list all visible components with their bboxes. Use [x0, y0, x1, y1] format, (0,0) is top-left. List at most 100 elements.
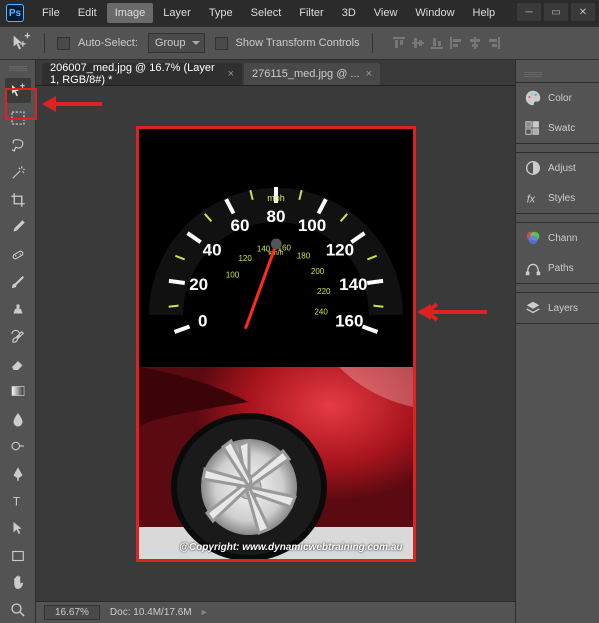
svg-text:fx: fx	[527, 194, 536, 206]
healing-brush-tool[interactable]	[5, 242, 31, 267]
panel-label: Paths	[548, 263, 574, 274]
menu-file[interactable]: File	[34, 3, 68, 23]
annotation-arrow-right	[417, 300, 487, 324]
blur-tool[interactable]	[5, 406, 31, 431]
channels-icon	[524, 229, 542, 247]
panel-label: Layers	[548, 303, 578, 314]
adjustments-icon	[524, 159, 542, 177]
panel-adjustments[interactable]: Adjust	[516, 153, 599, 183]
align-vcenter-icon[interactable]	[410, 35, 426, 51]
dodge-tool[interactable]	[5, 434, 31, 459]
panel-label: Swatc	[548, 123, 575, 134]
brush-tool[interactable]	[5, 269, 31, 294]
svg-text:mph: mph	[267, 193, 285, 203]
zoom-field[interactable]: 16.67%	[44, 605, 100, 620]
align-icons	[391, 35, 502, 51]
document-tab[interactable]: 276115_med.jpg @ ... ×	[244, 63, 380, 85]
minimize-button[interactable]: ─	[517, 3, 541, 21]
tab-label: 206007_med.jpg @ 16.7% (Layer 1, RGB/8#)…	[50, 62, 222, 86]
menu-layer[interactable]: Layer	[155, 3, 199, 23]
panel-dock: Color Swatc Adjust fxStyles Chann Paths …	[515, 60, 599, 623]
layers-icon	[524, 299, 542, 317]
menu-image[interactable]: Image	[107, 3, 154, 23]
lasso-tool[interactable]	[5, 133, 31, 158]
clone-stamp-tool[interactable]	[5, 297, 31, 322]
history-brush-tool[interactable]	[5, 324, 31, 349]
svg-text:100: 100	[297, 215, 325, 234]
autoselect-target-dropdown[interactable]: Group	[148, 33, 205, 53]
autoselect-checkbox[interactable]: Auto-Select:	[57, 37, 138, 50]
menu-edit[interactable]: Edit	[70, 3, 105, 23]
panel-layers[interactable]: Layers	[516, 293, 599, 323]
menu-help[interactable]: Help	[465, 3, 504, 23]
menu-view[interactable]: View	[366, 3, 406, 23]
options-bar: Auto-Select: Group Show Transform Contro…	[0, 26, 599, 60]
align-top-icon[interactable]	[391, 35, 407, 51]
menu-filter[interactable]: Filter	[291, 3, 331, 23]
align-left-icon[interactable]	[448, 35, 464, 51]
app-logo: Ps	[6, 4, 24, 22]
svg-text:100: 100	[225, 270, 239, 279]
menu-window[interactable]: Window	[407, 3, 462, 23]
status-bar: 16.67% Doc: 10.4M/17.6M ▸	[36, 601, 515, 623]
shape-tool[interactable]	[5, 543, 31, 568]
svg-text:220: 220	[317, 286, 331, 295]
swatches-icon	[524, 119, 542, 137]
document-tab[interactable]: 206007_med.jpg @ 16.7% (Layer 1, RGB/8#)…	[42, 63, 242, 85]
panel-color[interactable]: Color	[516, 83, 599, 113]
panel-swatches[interactable]: Swatc	[516, 113, 599, 143]
paths-icon	[524, 259, 542, 277]
close-icon[interactable]: ×	[228, 68, 234, 80]
gradient-tool[interactable]	[5, 379, 31, 404]
svg-text:120: 120	[238, 254, 252, 263]
show-transform-checkbox[interactable]: Show Transform Controls	[215, 37, 360, 50]
svg-text:0: 0	[197, 311, 206, 330]
path-selection-tool[interactable]	[5, 516, 31, 541]
svg-text:60: 60	[230, 215, 249, 234]
document-area: 206007_med.jpg @ 16.7% (Layer 1, RGB/8#)…	[36, 60, 515, 623]
close-button[interactable]: ✕	[571, 3, 595, 21]
svg-text:240: 240	[314, 307, 328, 316]
align-right-icon[interactable]	[486, 35, 502, 51]
align-bottom-icon[interactable]	[429, 35, 445, 51]
panel-paths[interactable]: Paths	[516, 253, 599, 283]
maximize-button[interactable]: ▭	[544, 3, 568, 21]
panel-label: Adjust	[548, 163, 576, 174]
svg-text:140: 140	[339, 274, 367, 293]
menu-select[interactable]: Select	[243, 3, 290, 23]
autoselect-label: Auto-Select:	[78, 37, 138, 49]
menu-3d[interactable]: 3D	[334, 3, 364, 23]
move-tool-icon	[10, 32, 32, 54]
svg-text:80: 80	[266, 207, 285, 226]
panel-label: Color	[548, 93, 572, 104]
styles-icon: fx	[524, 189, 542, 207]
eraser-tool[interactable]	[5, 351, 31, 376]
window-controls: ─ ▭ ✕	[517, 3, 595, 21]
svg-text:120: 120	[325, 240, 353, 259]
annotation-red-box-canvas: 020406080100120140160 100120140160180200…	[136, 126, 416, 562]
close-icon[interactable]: ×	[366, 68, 372, 80]
annotation-arrow-left	[42, 92, 102, 116]
copyright-text: @Copyright: www.dynamicwebtraining.com.a…	[179, 542, 402, 553]
align-hcenter-icon[interactable]	[467, 35, 483, 51]
eyedropper-tool[interactable]	[5, 215, 31, 240]
zoom-tool[interactable]	[5, 598, 31, 623]
magic-wand-tool[interactable]	[5, 160, 31, 185]
pen-tool[interactable]	[5, 461, 31, 486]
type-tool[interactable]: T	[5, 488, 31, 513]
toolbox: T	[0, 60, 36, 623]
svg-text:20: 20	[189, 274, 208, 293]
palette-icon	[524, 89, 542, 107]
menu-type[interactable]: Type	[201, 3, 241, 23]
tab-label: 276115_med.jpg @ ...	[252, 68, 360, 80]
svg-text:180: 180	[296, 251, 310, 260]
document-canvas[interactable]: 020406080100120140160 100120140160180200…	[139, 129, 413, 559]
document-tabs: 206007_med.jpg @ 16.7% (Layer 1, RGB/8#)…	[36, 60, 515, 86]
panel-channels[interactable]: Chann	[516, 223, 599, 253]
crop-tool[interactable]	[5, 187, 31, 212]
hand-tool[interactable]	[5, 570, 31, 595]
doc-size-label: Doc: 10.4M/17.6M	[110, 607, 192, 618]
svg-text:40: 40	[202, 240, 221, 259]
panel-styles[interactable]: fxStyles	[516, 183, 599, 213]
show-transform-label: Show Transform Controls	[236, 37, 360, 49]
